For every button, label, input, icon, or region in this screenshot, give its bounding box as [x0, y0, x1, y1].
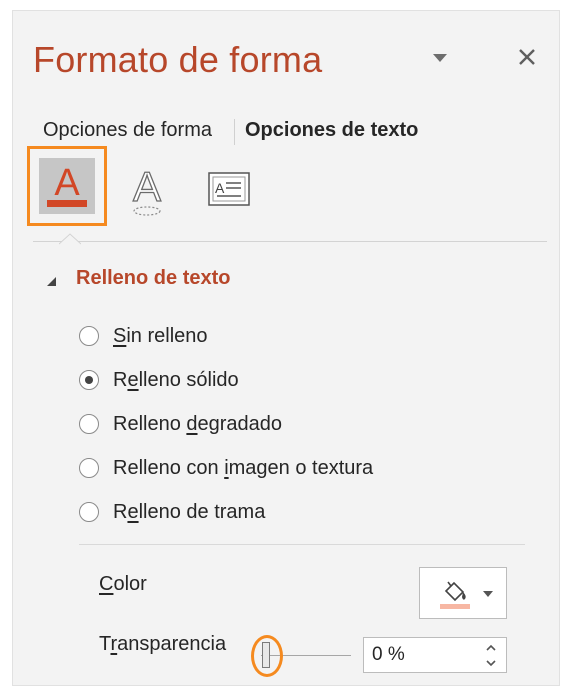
- pane-options-button[interactable]: [431, 51, 449, 65]
- options-tabs: Opciones de forma Opciones de texto: [43, 119, 418, 147]
- spin-down-icon[interactable]: [484, 656, 498, 670]
- collapse-arrow-icon[interactable]: [46, 276, 58, 288]
- pane-title: Formato de forma: [33, 39, 323, 80]
- selected-icon-background: A: [39, 158, 95, 214]
- radio-pattern-fill[interactable]: Relleno de trama: [79, 497, 265, 527]
- color-label: Color: [99, 573, 147, 595]
- radio-button[interactable]: [79, 326, 99, 346]
- radio-button[interactable]: [79, 458, 99, 478]
- transparency-label: Transparencia: [99, 633, 227, 655]
- format-shape-pane: Formato de forma Opciones de forma Opcio…: [12, 10, 560, 686]
- transparency-input[interactable]: [372, 638, 472, 672]
- close-button[interactable]: [515, 45, 539, 69]
- paint-bucket-icon: [440, 581, 470, 609]
- radio-label: Relleno de trama: [113, 500, 266, 523]
- radio-gradient-fill[interactable]: Relleno degradado: [79, 409, 282, 439]
- section-title-text-fill[interactable]: Relleno de texto: [76, 267, 230, 290]
- text-box-icon: A: [208, 172, 250, 206]
- svg-text:A: A: [54, 162, 80, 204]
- radio-button-checked[interactable]: [79, 370, 99, 390]
- radio-label: Sin relleno: [113, 324, 208, 347]
- text-effects-tab[interactable]: A: [123, 161, 171, 219]
- text-effects-icon: A: [132, 162, 162, 216]
- chevron-down-icon: [483, 591, 493, 597]
- tab-shape-options[interactable]: Opciones de forma: [43, 119, 212, 147]
- color-picker-button[interactable]: [419, 567, 507, 619]
- radio-button[interactable]: [79, 502, 99, 522]
- triangle-down-icon: [433, 54, 447, 62]
- text-fill-outline-tab[interactable]: A: [27, 146, 107, 226]
- tab-text-options[interactable]: Opciones de texto: [245, 119, 418, 147]
- svg-text:A: A: [133, 163, 161, 210]
- close-icon: [519, 49, 535, 65]
- tab-divider: [33, 241, 547, 242]
- text-fill-outline-icon: A: [47, 162, 87, 207]
- transparency-slider-thumb[interactable]: [262, 642, 270, 668]
- radio-label: Relleno con imagen o textura: [113, 456, 374, 479]
- svg-text:A: A: [215, 180, 225, 196]
- section-divider: [79, 544, 525, 545]
- radio-picture-texture-fill[interactable]: Relleno con imagen o textura: [79, 453, 373, 483]
- transparency-spinner: [363, 637, 507, 673]
- radio-label: Relleno degradado: [113, 412, 283, 435]
- selection-notch-icon: [59, 233, 81, 245]
- radio-no-fill[interactable]: Sin relleno: [79, 321, 208, 351]
- radio-label: Relleno sólido: [113, 368, 239, 391]
- text-box-tab[interactable]: A: [203, 163, 255, 215]
- spin-up-icon[interactable]: [484, 641, 498, 655]
- transparency-slider-track[interactable]: [261, 655, 351, 656]
- tab-separator: [233, 119, 235, 145]
- radio-button[interactable]: [79, 414, 99, 434]
- radio-solid-fill[interactable]: Relleno sólido: [79, 365, 239, 395]
